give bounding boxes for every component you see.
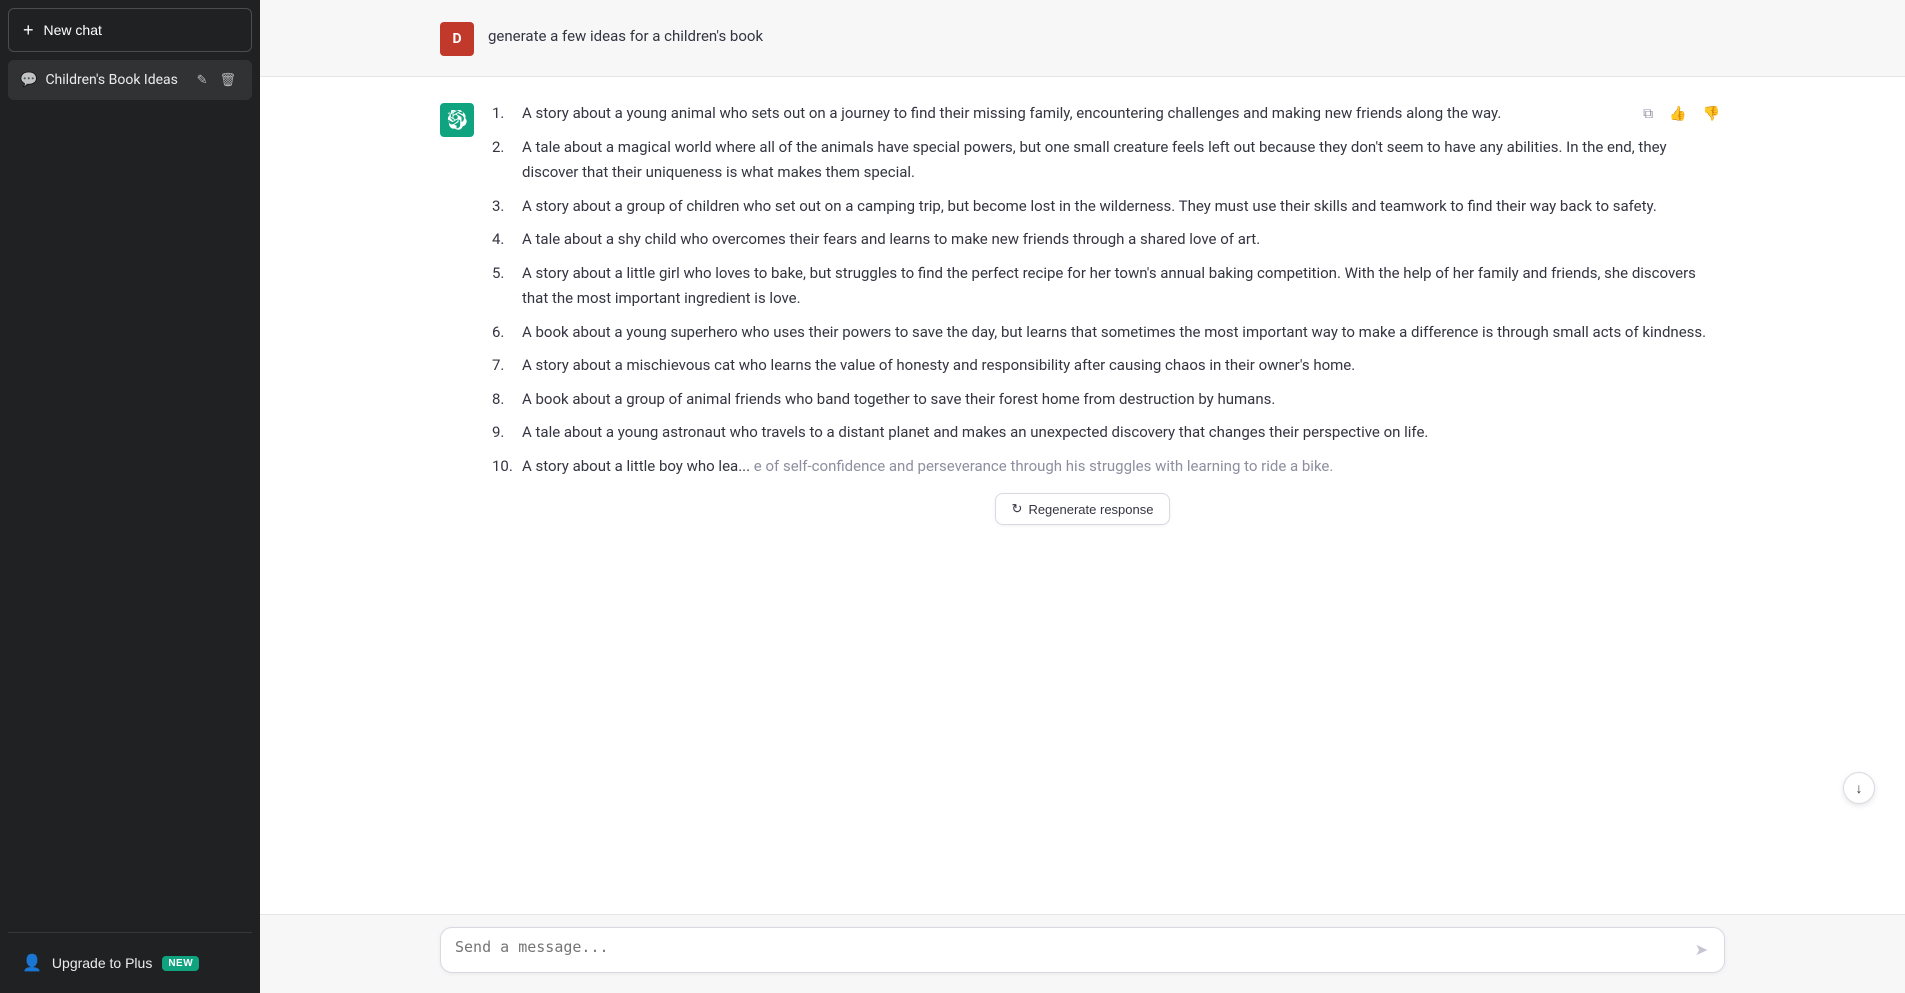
item-text: A book about a group of animal friends w… (522, 387, 1275, 413)
ai-message: 1. A story about a young animal who sets… (440, 101, 1725, 487)
sidebar-bottom: 👤 Upgrade to Plus NEW (8, 932, 252, 985)
chat-list: 💬 Children's Book Ideas ✎ 🗑 (8, 60, 252, 924)
send-icon: ➤ (1695, 940, 1708, 960)
list-item: 8. A book about a group of animal friend… (492, 387, 1725, 413)
scroll-down-icon: ↓ (1856, 780, 1863, 796)
regenerate-icon: ↻ (1012, 501, 1023, 517)
user-message-area: D generate a few ideas for a children's … (260, 0, 1905, 77)
item-text: A story about a mischievous cat who lear… (522, 353, 1355, 379)
new-badge: NEW (162, 956, 199, 971)
item-text: A tale about a young astronaut who trave… (522, 420, 1428, 446)
item-text: A story about a group of children who se… (522, 194, 1657, 220)
ai-response-area[interactable]: 1. A story about a young animal who sets… (260, 77, 1905, 914)
regenerate-button[interactable]: ↻ Regenerate response (995, 493, 1171, 525)
item-text: A story about a young animal who sets ou… (522, 101, 1501, 127)
new-chat-button[interactable]: + New chat (8, 8, 252, 52)
person-icon: 👤 (22, 953, 42, 973)
chat-item[interactable]: 💬 Children's Book Ideas ✎ 🗑 (8, 60, 252, 100)
ai-avatar (440, 103, 474, 137)
plus-icon: + (23, 21, 34, 39)
openai-icon (447, 110, 467, 130)
ai-actions: ⧉ 👍 👎 (1638, 101, 1725, 126)
sidebar: + New chat 💬 Children's Book Ideas ✎ 🗑 👤… (0, 0, 260, 993)
item-num: 3. (492, 194, 516, 220)
copy-icon: ⧉ (1643, 105, 1653, 122)
list-item: 4. A tale about a shy child who overcome… (492, 227, 1725, 253)
thumbs-down-icon: 👎 (1703, 105, 1720, 122)
send-button[interactable]: ➤ (1693, 938, 1710, 962)
scroll-down-button[interactable]: ↓ (1843, 772, 1875, 804)
item-text: A tale about a magical world where all o… (522, 135, 1725, 186)
item-text: A story about a little girl who loves to… (522, 261, 1725, 312)
edit-chat-button[interactable]: ✎ (193, 70, 212, 90)
ai-response-content: 1. A story about a young animal who sets… (488, 101, 1725, 487)
list-item: 10. A story about a little boy who lea..… (492, 454, 1725, 480)
list-item: 5. A story about a little girl who loves… (492, 261, 1725, 312)
item-num: 1. (492, 101, 516, 127)
item-num: 2. (492, 135, 516, 186)
chat-item-label: Children's Book Ideas (45, 72, 184, 88)
list-item: 1. A story about a young animal who sets… (492, 101, 1725, 127)
thumbs-down-button[interactable]: 👎 (1698, 101, 1725, 126)
thumbs-up-button[interactable]: 👍 (1664, 101, 1691, 126)
item-num: 10. (492, 454, 516, 480)
list-item: 9. A tale about a young astronaut who tr… (492, 420, 1725, 446)
input-box: ➤ (440, 927, 1725, 973)
item-text: A story about a little boy who lea... e … (522, 454, 1333, 480)
regenerate-label: Regenerate response (1028, 502, 1153, 517)
chat-bubble-icon: 💬 (20, 72, 37, 88)
item-num: 9. (492, 420, 516, 446)
chat-item-actions: ✎ 🗑 (193, 70, 240, 90)
item-num: 4. (492, 227, 516, 253)
item-num: 5. (492, 261, 516, 312)
list-item: 3. A story about a group of children who… (492, 194, 1725, 220)
list-item: 6. A book about a young superhero who us… (492, 320, 1725, 346)
delete-chat-button[interactable]: 🗑 (215, 70, 240, 90)
upgrade-label: Upgrade to Plus (52, 955, 152, 971)
item-num: 7. (492, 353, 516, 379)
item-num: 8. (492, 387, 516, 413)
message-input[interactable] (455, 938, 1693, 962)
user-prompt-text: generate a few ideas for a children's bo… (488, 20, 763, 48)
user-avatar: D (440, 22, 474, 56)
main-content: D generate a few ideas for a children's … (260, 0, 1905, 993)
response-list: 1. A story about a young animal who sets… (488, 101, 1725, 479)
input-area: ➤ (260, 914, 1905, 993)
new-chat-label: New chat (44, 22, 102, 38)
regenerate-bar: ↻ Regenerate response (440, 487, 1725, 533)
list-item: 7. A story about a mischievous cat who l… (492, 353, 1725, 379)
item-text: A tale about a shy child who overcomes t… (522, 227, 1260, 253)
thumbs-up-icon: 👍 (1669, 105, 1686, 122)
item-text: A book about a young superhero who uses … (522, 320, 1706, 346)
copy-button[interactable]: ⧉ (1638, 101, 1658, 126)
list-item: 2. A tale about a magical world where al… (492, 135, 1725, 186)
upgrade-button[interactable]: 👤 Upgrade to Plus NEW (8, 941, 252, 985)
item-num: 6. (492, 320, 516, 346)
